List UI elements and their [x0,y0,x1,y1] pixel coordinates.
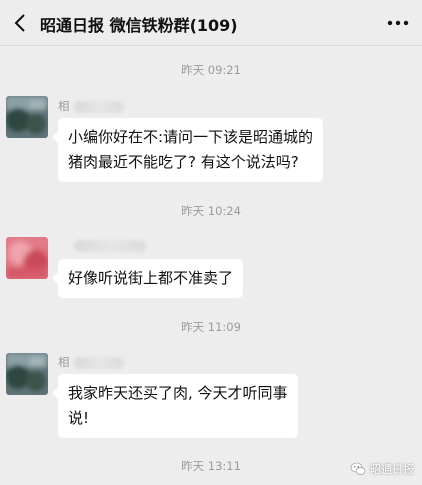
message-line: 猪肉最近不能吃了? 有这个说法吗? [68,153,299,171]
message-line: 小编你好在不:请问一下该是昭通城的 [68,128,314,146]
watermark: 昭通日报 [350,461,414,477]
message-timestamp: 昨天 11:09 [181,320,241,334]
watermark-text: 昭通日报 [370,463,414,476]
blurred-name [74,239,146,252]
message-line: 说! [68,409,90,427]
avatar-image [6,96,48,138]
message-bubble[interactable]: 好像听说街上都不准卖了 [51,259,244,298]
more-button[interactable] [384,12,412,34]
avatar-image [6,353,48,395]
message-timestamp: 昨天 09:21 [181,63,241,77]
message-line: 好像听说街上都不准卖了 [68,269,234,287]
chat-title: 昭通日报 微信铁粉群(109) [40,16,238,35]
sender-name-text: 相 [58,355,70,369]
message-line: 我家昨天还买了肉, 今天才听同事 [68,384,288,402]
wechat-icon [350,462,366,475]
message-bubble[interactable]: 我家昨天还买了肉, 今天才听同事 说! [52,374,298,438]
avatar[interactable] [6,353,48,395]
avatar-image [6,237,48,279]
sender-name: 相 [58,354,124,370]
chevron-left-icon [14,14,25,32]
chat-header: 昭通日报 微信铁粉群(109) [0,0,422,46]
more-dots-icon [387,20,409,26]
avatar[interactable] [6,237,48,279]
message-bubble[interactable]: 小编你好在不:请问一下该是昭通城的 猪肉最近不能吃了? 有这个说法吗? [51,118,324,182]
blurred-name [73,356,124,369]
avatar[interactable] [6,96,48,138]
message-timestamp: 昨天 10:24 [181,204,241,218]
sender-name: 相 [58,98,124,114]
sender-name-text: 相 [58,99,70,113]
blurred-name [73,100,124,113]
back-button[interactable] [6,8,36,38]
sender-name [58,238,146,252]
